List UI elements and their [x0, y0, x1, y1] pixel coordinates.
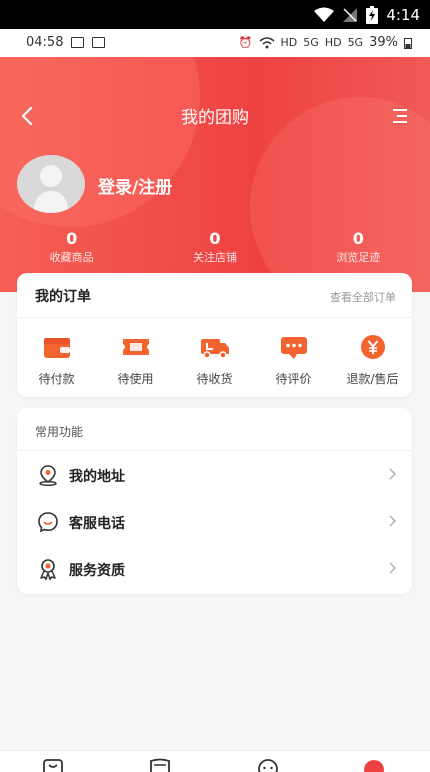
wallet-icon	[43, 338, 70, 358]
message-tab-icon[interactable]	[256, 757, 280, 772]
page-title: 我的团购	[181, 108, 249, 128]
wifi-small-icon	[259, 36, 275, 48]
avatar[interactable]	[17, 155, 85, 213]
location-icon	[39, 465, 57, 486]
check-notification-icon	[92, 37, 106, 48]
network-label-1: 5G	[303, 36, 319, 49]
chevron-right-icon	[389, 515, 396, 527]
order-pending-payment[interactable]: 待付款	[22, 334, 92, 387]
battery-percent: 39%	[369, 35, 398, 50]
chevron-right-icon	[389, 468, 396, 480]
award-icon	[40, 559, 56, 580]
comment-icon	[280, 337, 307, 359]
stat-value: 0	[66, 229, 78, 248]
login-register-link[interactable]: 登录/注册	[98, 173, 172, 198]
menu-item-label: 客服电话	[69, 516, 125, 532]
order-label: 退款/售后	[346, 372, 399, 386]
order-label: 待付款	[38, 372, 75, 386]
battery-icon	[404, 37, 412, 49]
menu-item-qualification[interactable]: 服务资质	[17, 545, 412, 592]
gallery-notification-icon	[71, 37, 85, 48]
phone-status-bar: 04:58 ⏰ HD 5G HD 5G 39%	[0, 29, 430, 57]
alarm-icon: ⏰	[238, 36, 253, 49]
menu-item-address[interactable]: 我的地址	[17, 451, 412, 498]
status-time: 04:58	[26, 35, 64, 50]
stat-label: 收藏商品	[49, 251, 94, 264]
order-refund-aftersale[interactable]: 退款/售后	[338, 334, 408, 387]
yen-icon	[360, 335, 385, 359]
view-all-orders-link[interactable]: 查看全部订单	[330, 289, 396, 305]
system-time: 4:14	[386, 5, 420, 24]
menu-item-label: 我的地址	[69, 469, 125, 485]
order-to-review[interactable]: 待评价	[259, 334, 329, 387]
hd-label-1: HD	[280, 36, 298, 49]
truck-icon	[200, 339, 229, 359]
bottom-navigation	[0, 750, 430, 772]
order-to-use[interactable]: 待使用	[101, 334, 171, 387]
hd-label-2: HD	[324, 36, 342, 49]
menu-icon[interactable]	[390, 106, 410, 126]
stat-label: 浏览足迹	[336, 251, 381, 264]
ticket-icon	[122, 339, 149, 355]
default-avatar-icon	[33, 165, 69, 213]
stat-value: 0	[209, 229, 221, 248]
system-status-icons: 4:14	[314, 0, 420, 29]
category-tab-icon[interactable]	[148, 757, 172, 772]
order-label: 待收货	[196, 372, 233, 386]
home-tab-icon[interactable]	[41, 757, 65, 772]
common-functions-card: 常用功能 我的地址 客服电话 服务资质	[17, 408, 412, 594]
battery-charging-icon	[366, 5, 379, 24]
stat-favorites[interactable]: 0 收藏商品	[0, 230, 143, 265]
menu-item-label: 服务资质	[69, 563, 125, 579]
order-label: 待评价	[275, 372, 312, 386]
menu-item-customer-service[interactable]: 客服电话	[17, 498, 412, 545]
wifi-icon	[314, 7, 335, 22]
no-signal-icon	[343, 7, 358, 22]
stat-value: 0	[352, 229, 364, 248]
orders-title: 我的订单	[35, 289, 91, 305]
profile-stats: 0 收藏商品 0 关注店铺 0 浏览足迹	[0, 230, 430, 265]
network-label-2: 5G	[347, 36, 364, 49]
stat-followed-shops[interactable]: 0 关注店铺	[143, 230, 286, 265]
orders-card: 我的订单 查看全部订单 待付款 待使用 待收货 待评价 退款/售后	[17, 273, 412, 397]
order-label: 待使用	[117, 372, 154, 386]
stat-label: 关注店铺	[192, 251, 237, 264]
profile-tab-icon[interactable]	[362, 757, 386, 772]
customer-service-icon	[38, 512, 58, 533]
system-status-bar: 4:14	[0, 0, 430, 29]
order-to-receive[interactable]: 待收货	[180, 334, 250, 387]
stat-history[interactable]: 0 浏览足迹	[287, 230, 430, 265]
common-functions-title: 常用功能	[35, 425, 84, 439]
chevron-right-icon	[389, 562, 396, 574]
